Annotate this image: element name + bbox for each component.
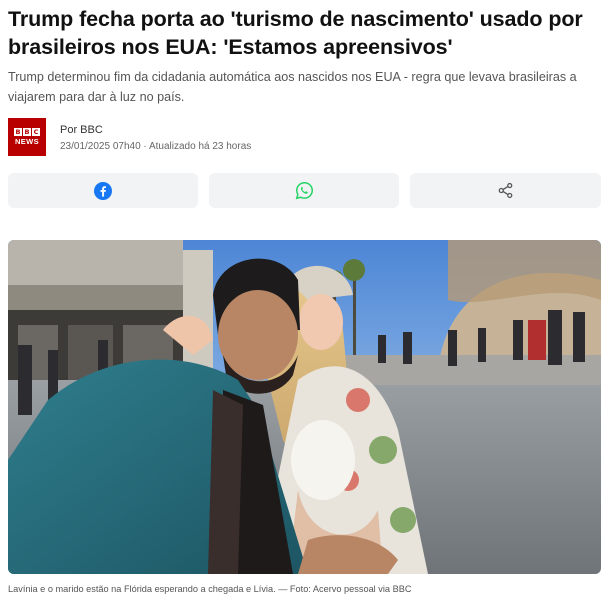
byline: B B C NEWS Por BBC 23/01/2025 07h40 · At… [8,118,408,158]
share-bar [8,173,601,208]
photo-caption: Lavínia e o marido estão na Flórida espe… [8,584,412,594]
article-headline: Trump fecha porta ao 'turismo de nascime… [8,7,583,59]
article-photo [8,240,601,574]
bbc-blocks: B B C [14,128,40,136]
bbc-block-letter: C [32,128,40,136]
bbc-news-logo[interactable]: B B C NEWS [8,118,46,156]
article-subtitle: Trump determinou fim da cidadania automá… [8,70,577,104]
share-icon [498,182,513,199]
bbc-block-letter: B [14,128,22,136]
facebook-share-button[interactable] [8,173,198,208]
author-name: Por BBC [60,124,103,136]
facebook-icon [94,181,112,200]
whatsapp-icon [295,181,313,200]
share-button[interactable] [410,173,601,208]
bbc-block-letter: B [23,128,31,136]
logo-news-word: NEWS [14,137,40,146]
publish-date: 23/01/2025 07h40 · Atualizado há 23 hora… [60,141,252,152]
whatsapp-share-button[interactable] [209,173,399,208]
couple-selfie-image [8,240,601,574]
